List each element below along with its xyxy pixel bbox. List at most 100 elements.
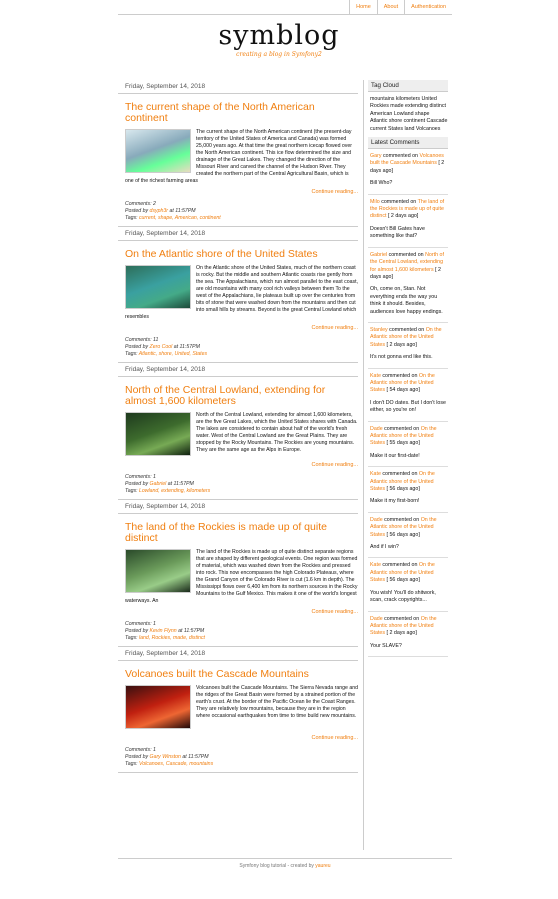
posted-by: Posted by dsyph3r at 11:57PM: [125, 208, 358, 215]
comment-count[interactable]: Comments: 1: [125, 747, 358, 754]
article-body: North of the Central Lowland, extending …: [125, 412, 358, 458]
comment-connector: commented on: [382, 471, 418, 478]
comment-header: Dade commented on On the Atlantic shore …: [370, 426, 448, 448]
posted-by-prefix: Posted by: [125, 628, 149, 634]
article-title-link[interactable]: On the Atlantic shore of the United Stat…: [125, 249, 358, 260]
nav-home-link[interactable]: Home: [349, 0, 377, 14]
comment-age: [ 2 days ago]: [386, 630, 417, 637]
comment-header: Dade commented on On the Atlantic shore …: [370, 517, 448, 539]
nav-about-link[interactable]: About: [376, 0, 404, 14]
article-thumbnail-image[interactable]: [125, 129, 191, 173]
post-time: at 11:57PM: [167, 481, 194, 487]
sidebar-comment: Stanley commented on On the Atlantic sho…: [368, 323, 448, 369]
blog-main: Friday, September 14, 2018 The current sh…: [118, 80, 358, 773]
comment-connector: commented on: [382, 372, 418, 379]
article-tags: Tags: current, shape, American, continen…: [125, 215, 358, 222]
continue-reading-link[interactable]: Continue reading...: [118, 609, 358, 615]
article-title-link[interactable]: The land of the Rockies is made up of qu…: [125, 522, 358, 544]
comment-age: [ 56 days ago]: [386, 577, 420, 584]
author-link[interactable]: Zero Cool: [150, 344, 173, 350]
comment-user-link[interactable]: Dade: [370, 426, 383, 432]
tags-prefix: Tags:: [125, 761, 138, 767]
author-link[interactable]: Gary Winston: [150, 754, 181, 760]
article-thumbnail-image[interactable]: [125, 685, 191, 729]
comment-user-link[interactable]: Milo: [370, 199, 380, 205]
tags-prefix: Tags:: [125, 351, 138, 357]
author-link[interactable]: Gabriel: [150, 481, 167, 487]
comment-user-link[interactable]: Gabriel: [370, 252, 387, 258]
footer-author-link[interactable]: yaureu: [315, 863, 330, 869]
article-thumbnail-image[interactable]: [125, 412, 191, 456]
article-tags: Tags: Volcanoes, Cascade, mountains: [125, 761, 358, 768]
tags-links[interactable]: land, Rockies, made, distinct: [139, 635, 205, 641]
comment-text: It's not gonna end like this.: [370, 354, 433, 361]
tag-cloud[interactable]: mountains kilometers United Rockies made…: [368, 92, 448, 137]
column-divider: [363, 80, 364, 850]
article-tags: Tags: land, Rockies, made, distinct: [125, 635, 358, 642]
article-title-link[interactable]: Volcanoes built the Cascade Mountains: [125, 669, 358, 680]
comment-user-link[interactable]: Kate: [370, 373, 381, 379]
sidebar-comment: Milo commented on The land of the Rockie…: [368, 195, 448, 248]
comment-count[interactable]: Comments: 2: [125, 201, 358, 208]
site-logo[interactable]: symblog: [0, 22, 558, 50]
article-thumbnail-image[interactable]: [125, 549, 191, 593]
sidebar: Tag Cloud mountains kilometers United Ro…: [368, 80, 448, 658]
post-time: at 11:57PM: [169, 208, 196, 214]
comment-connector: commented on: [382, 153, 419, 160]
article-body: Volcanoes built the Cascade Mountains. T…: [125, 685, 358, 731]
continue-reading-link[interactable]: Continue reading...: [118, 189, 358, 195]
article-title-link[interactable]: North of the Central Lowland, extending …: [125, 385, 358, 407]
comment-user-link[interactable]: Kate: [370, 562, 381, 568]
tags-links[interactable]: current, shape, American, continent: [139, 215, 221, 221]
tags-prefix: Tags:: [125, 488, 138, 494]
comment-text: I don't DO dates. But I don't lose eithe…: [370, 399, 446, 414]
article-thumbnail-image[interactable]: [125, 265, 191, 309]
comment-user-link[interactable]: Gary: [370, 153, 381, 159]
comment-text: Bill Who?: [370, 180, 393, 187]
comment-text: Make it my first-born!: [370, 498, 420, 505]
comment-connector: commented on: [384, 516, 420, 523]
comment-user-link[interactable]: Kate: [370, 471, 381, 477]
tags-links[interactable]: Atlantic, shore, United, States: [139, 351, 207, 357]
posted-by: Posted by Gary Winston at 11:57PM: [125, 754, 358, 761]
sidebar-comment: Kate commented on On the Atlantic shore …: [368, 558, 448, 612]
comment-user-link[interactable]: Stanley: [370, 327, 388, 333]
top-navigation: Home About Authentication: [118, 0, 452, 15]
author-link[interactable]: Kevin Flynn: [150, 628, 177, 634]
posted-by: Posted by Zero Cool at 11:57PM: [125, 344, 358, 351]
article-date: Friday, September 14, 2018: [118, 647, 358, 661]
article-body: The current shape of the North American …: [125, 129, 358, 185]
posted-by-prefix: Posted by: [125, 344, 149, 350]
comment-header: Gary commented on Volcanoes built the Ca…: [370, 153, 448, 175]
continue-reading-link[interactable]: Continue reading...: [118, 325, 358, 331]
posted-by-prefix: Posted by: [125, 208, 149, 214]
nav-links: Home About Authentication: [349, 0, 452, 14]
article: Friday, September 14, 2018 Volcanoes buil…: [118, 647, 358, 773]
article-date: Friday, September 14, 2018: [118, 80, 358, 94]
article-title-link[interactable]: The current shape of the North American …: [125, 102, 358, 124]
post-time: at 11:57PM: [182, 754, 209, 760]
post-time: at 11:57PM: [178, 628, 205, 634]
article: Friday, September 14, 2018 On the Atlanti…: [118, 227, 358, 363]
article-excerpt: North of the Central Lowland, extending …: [196, 412, 358, 453]
latest-comments-heading: Latest Comments: [368, 137, 448, 150]
comment-count[interactable]: Comments: 1: [125, 621, 358, 628]
continue-reading-link[interactable]: Continue reading...: [118, 462, 358, 468]
article: Friday, September 14, 2018 The land of th…: [118, 500, 358, 647]
comment-connector: commented on: [384, 425, 420, 432]
tags-links[interactable]: Volcanoes, Cascade, mountains: [139, 761, 213, 767]
author-link[interactable]: dsyph3r: [150, 208, 168, 214]
comment-user-link[interactable]: Dade: [370, 517, 383, 523]
comment-count[interactable]: Comments: 1: [125, 474, 358, 481]
comment-text: Doesn't Bill Gates have something like t…: [370, 225, 425, 240]
nav-authentication-link[interactable]: Authentication: [404, 0, 452, 14]
posted-by-prefix: Posted by: [125, 481, 149, 487]
comment-user-link[interactable]: Dade: [370, 616, 383, 622]
tags-links[interactable]: Lowland, extending, kilometers: [139, 488, 210, 494]
sidebar-comment: Kate commented on On the Atlantic shore …: [368, 467, 448, 513]
continue-reading-link[interactable]: Continue reading...: [118, 735, 358, 741]
comment-connector: commented on: [384, 615, 420, 622]
comment-count[interactable]: Comments: 11: [125, 337, 358, 344]
latest-comments-list: Gary commented on Volcanoes built the Ca…: [368, 149, 448, 658]
post-time: at 11:57PM: [173, 344, 200, 350]
